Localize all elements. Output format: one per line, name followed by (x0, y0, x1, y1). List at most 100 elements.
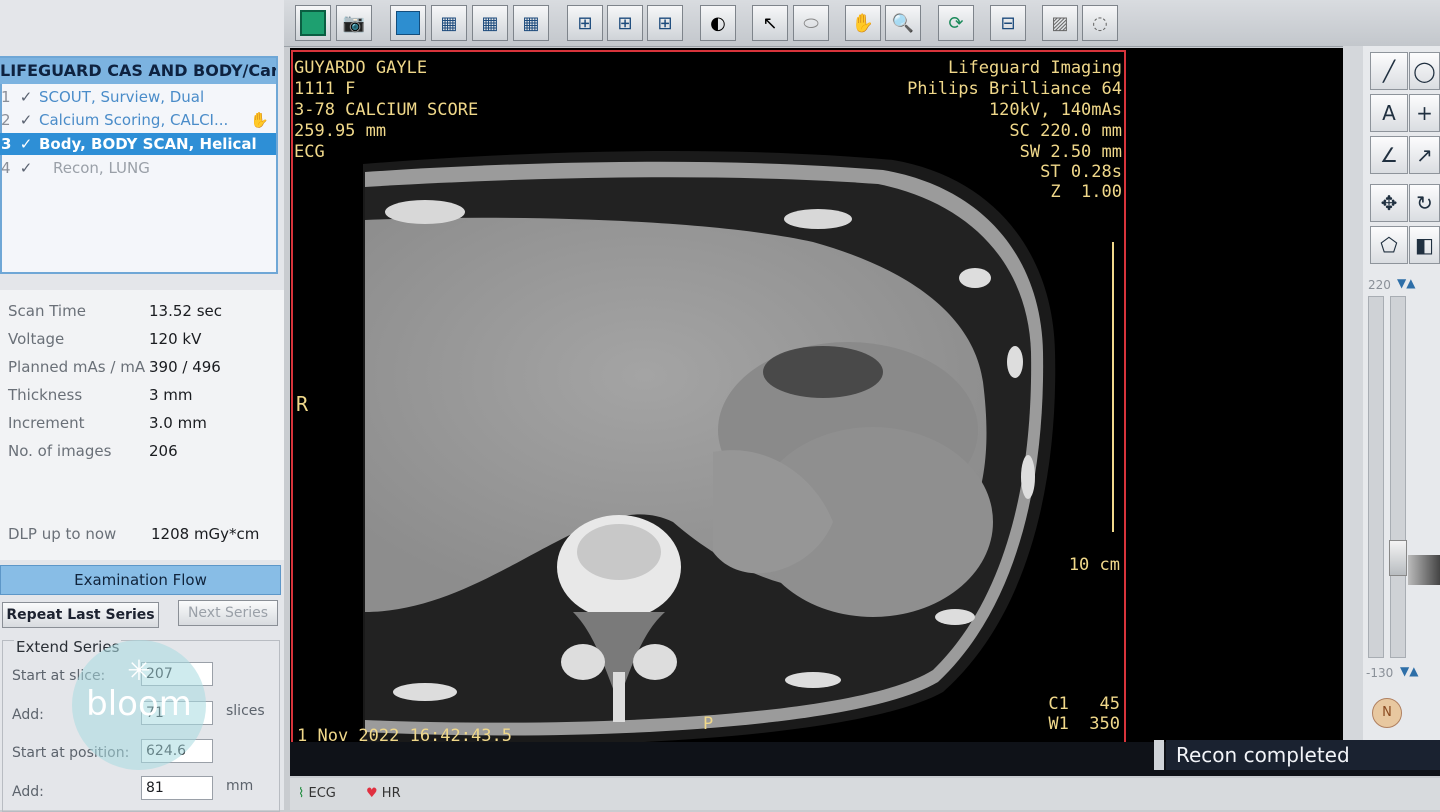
series-item-calcium[interactable]: 2 ✓ Calcium Scoring, CALCI... ✋ (0, 109, 276, 131)
right-marker: R (296, 392, 309, 416)
crosshair-icon[interactable]: + (1409, 94, 1440, 132)
ellipse-tool-icon[interactable]: ◯ (1409, 52, 1440, 90)
level-slider-thumb[interactable] (1389, 540, 1407, 576)
stat-thickness: Thickness 3 mm (8, 383, 278, 407)
ecg-tab[interactable]: ⌇ ECG (298, 782, 336, 806)
site-name: Lifeguard Imaging (948, 58, 1122, 78)
asterisk-icon: ✳ (127, 654, 151, 687)
stat-label: Scan Time (8, 302, 86, 320)
ecg-label: ECG (294, 142, 325, 162)
text-tool-icon[interactable]: A (1370, 94, 1408, 132)
patient-id: 1111 F (294, 79, 356, 99)
examination-flow-header: Examination Flow (0, 565, 281, 595)
grayscale-ramp (1408, 555, 1440, 585)
grid-b-icon[interactable]: ⊞ (607, 5, 643, 41)
line-tool-icon[interactable]: ╱ (1370, 52, 1408, 90)
stat-images: No. of images 206 (8, 439, 278, 463)
study-description: 3-78 CALCIUM SCORE (294, 100, 479, 120)
stack-icon[interactable]: ⊟ (990, 5, 1026, 41)
series-item-scout[interactable]: 1 ✓ SCOUT, Surview, Dual (0, 86, 276, 108)
zoom-icon[interactable]: 🔍 (885, 5, 921, 41)
pointer-icon[interactable]: ↖ (752, 5, 788, 41)
stat-scan-time: Scan Time 13.52 sec (8, 299, 278, 323)
hr-tab[interactable]: ♥ HR (366, 782, 401, 806)
field-of-view: 259.95 mm (294, 121, 387, 141)
series-item-body[interactable]: 3 ✓ Body, BODY SCAN, Helical (0, 133, 276, 155)
hr-tab-label: HR (381, 786, 401, 801)
next-series-button[interactable]: Next Series (178, 600, 278, 626)
window-min-value: -130 (1366, 666, 1394, 680)
layout-3x3-icon[interactable]: ▦ (472, 5, 508, 41)
window-slider-track[interactable] (1368, 296, 1384, 658)
patient-name: GUYARDO GAYLE (294, 58, 428, 78)
arrow-down-icon[interactable]: ▼▲ (1397, 276, 1415, 290)
check-icon: ✓ (19, 111, 33, 129)
stat-value: 13.52 sec (149, 302, 223, 320)
slices-unit: slices (226, 703, 265, 719)
scale-label: 10 cm (1068, 555, 1120, 575)
stat-label: Thickness (8, 386, 83, 404)
series-number: 1 (1, 88, 11, 106)
layout-2x2-icon[interactable]: ▦ (431, 5, 467, 41)
rotate-tool-icon[interactable]: ↻ (1409, 184, 1440, 222)
ecg-wave-icon: ⌇ (298, 786, 305, 801)
stat-label: DLP up to now (8, 525, 117, 543)
camera-icon[interactable]: 📷 (336, 5, 372, 41)
series-number: 3 (1, 135, 12, 153)
stat-value: 206 (149, 442, 178, 460)
series-label: Calcium Scoring, CALCI... (39, 111, 229, 129)
scan-time: ST 0.28s (1040, 162, 1122, 182)
add-mm-field[interactable]: 81 (141, 776, 213, 800)
stat-label: Voltage (8, 330, 65, 348)
protocol-title: LIFEGUARD CAS AND BODY/Cardiac (0, 58, 276, 84)
series-item-recon[interactable]: 4 ✓ Recon, LUNG (0, 157, 276, 179)
heart-icon: ♥ (366, 786, 378, 801)
check-icon: ✓ (19, 135, 33, 153)
check-icon: ✓ (19, 159, 33, 177)
rotate-icon[interactable]: ⟳ (938, 5, 974, 41)
save-icon[interactable] (295, 5, 331, 41)
grid-c-icon[interactable]: ⊞ (647, 5, 683, 41)
stat-label: Planned mAs / mA (8, 358, 146, 376)
series-label: Recon, LUNG (53, 159, 150, 177)
stat-value: 3 mm (149, 386, 193, 404)
stat-voltage: Voltage 120 kV (8, 327, 278, 351)
series-number: 2 (1, 111, 11, 129)
move-tool-icon[interactable]: ✥ (1370, 184, 1408, 222)
vertical-scrollbar[interactable] (1343, 46, 1363, 740)
stat-value: 390 / 496 (149, 358, 221, 376)
level-slider-track[interactable] (1390, 296, 1406, 658)
normal-button[interactable]: N (1372, 698, 1402, 728)
ecg-tab-label: ECG (308, 786, 336, 801)
stat-mas: Planned mAs / mA 390 / 496 (8, 355, 278, 379)
pan-hand-icon[interactable]: ✋ (845, 5, 881, 41)
lasso-icon[interactable]: ◌ (1082, 5, 1118, 41)
arrow-tool-icon[interactable]: ↗ (1409, 136, 1440, 174)
invert-icon[interactable]: ◐ (700, 5, 736, 41)
layout-1x1-icon[interactable] (390, 5, 426, 41)
ct-image-frame[interactable]: GUYARDO GAYLE 1111 F 3-78 CALCIUM SCORE … (291, 50, 1126, 744)
filter-icon[interactable]: ▨ (1042, 5, 1078, 41)
hand-icon: ✋ (250, 111, 269, 129)
repeat-last-series-button[interactable]: Repeat Last Series (2, 602, 159, 628)
grid-a-icon[interactable]: ⊞ (567, 5, 603, 41)
angle-tool-icon[interactable]: ∠ (1370, 136, 1408, 174)
layout-custom-icon[interactable]: ▦ (513, 5, 549, 41)
window-max-value: 220 (1368, 278, 1391, 292)
slice-width: SW 2.50 mm (1019, 142, 1122, 162)
flip-tool-icon[interactable]: ◧ (1409, 226, 1440, 264)
scanner-model: Philips Brilliance 64 (907, 79, 1122, 99)
recon-status: Recon completed (1166, 740, 1440, 770)
stat-value: 120 kV (149, 330, 202, 348)
arrow-up-icon[interactable]: ▼▲ (1400, 664, 1418, 678)
mm-unit: mm (226, 778, 254, 794)
window-width: W1 350 (1048, 714, 1120, 734)
stat-value: 1208 mGy*cm (151, 525, 260, 543)
roi-icon[interactable]: ⬭ (793, 5, 829, 41)
ct-scan-image (363, 151, 1114, 742)
window-center: C1 45 (1048, 694, 1120, 714)
stat-dlp: DLP up to now 1208 mGy*cm (8, 522, 278, 546)
recon-status-text: Recon completed (1176, 743, 1350, 767)
polygon-tool-icon[interactable]: ⬠ (1370, 226, 1408, 264)
kv-mas: 120kV, 140mAs (988, 100, 1122, 120)
